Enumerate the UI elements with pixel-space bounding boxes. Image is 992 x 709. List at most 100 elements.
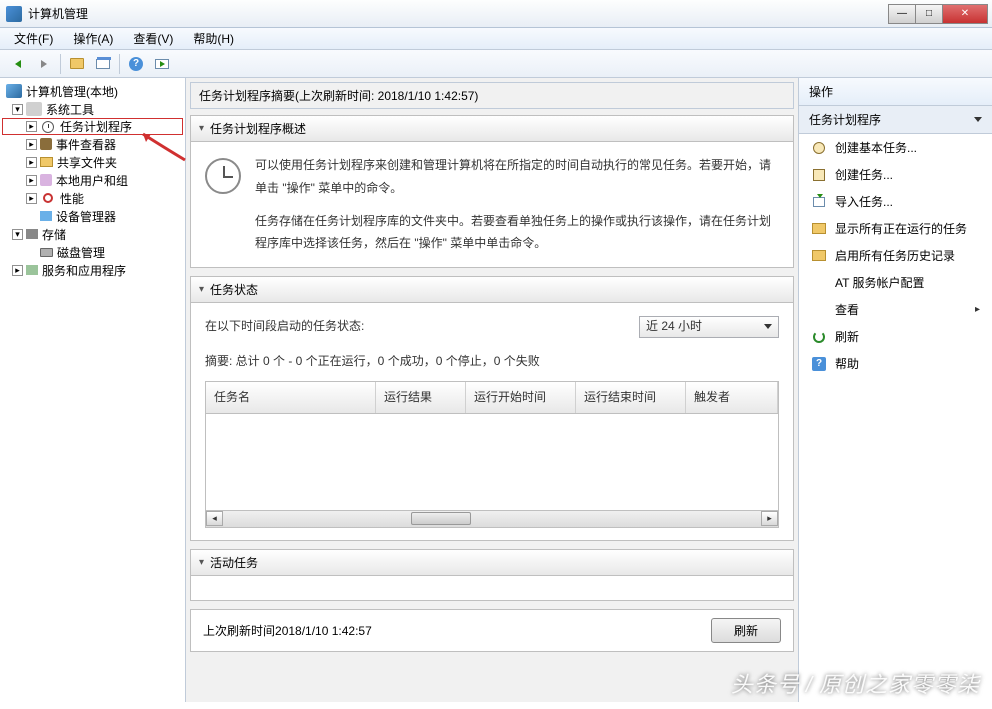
tree-system-tools-label: 系统工具 [46,101,94,118]
tree-users-label: 本地用户和组 [56,172,128,189]
horizontal-scrollbar[interactable]: ◂ ▸ [206,510,778,527]
computer-icon [6,84,22,98]
tree-event-viewer-label: 事件查看器 [56,136,116,153]
show-hide-button[interactable] [65,53,89,75]
tree-scheduler-label: 任务计划程序 [60,118,132,135]
toolbar-separator [60,54,61,74]
task-table: 任务名 运行结果 运行开始时间 运行结束时间 触发者 ◂ ▸ [205,381,779,528]
tree-root[interactable]: 计算机管理(本地) [2,82,183,100]
action-create-basic[interactable]: 创建基本任务... [799,134,992,161]
event-icon [40,138,52,150]
tree-disk-mgmt[interactable]: 磁盘管理 [2,243,183,261]
users-icon [40,174,52,186]
action-create-task[interactable]: 创建任务... [799,161,992,188]
services-icon [26,265,38,275]
menu-view[interactable]: 查看(V) [127,28,179,49]
status-title[interactable]: ▾ 任务状态 [191,277,793,303]
collapse-icon[interactable]: ▾ [12,229,23,240]
chevron-up-icon [974,117,982,122]
collapse-icon[interactable]: ▾ [12,104,23,115]
help-button[interactable]: ? [124,53,148,75]
menu-file[interactable]: 文件(F) [8,28,59,49]
tree-system-tools[interactable]: ▾ 系统工具 [2,100,183,118]
main-area: 计算机管理(本地) ▾ 系统工具 ▸ 任务计划程序 ▸ 事件查看器 ▸ 共享文件… [0,78,992,702]
expand-icon[interactable]: ▸ [26,193,37,204]
disk-icon [40,248,53,257]
tree-performance-label: 性能 [60,190,84,207]
minimize-button[interactable]: — [888,4,916,24]
tree-local-users[interactable]: ▸ 本地用户和组 [2,171,183,189]
status-section: ▾ 任务状态 在以下时间段启动的任务状态: 近 24 小时 摘要: 总计 0 个… [190,276,794,540]
period-value: 近 24 小时 [646,315,702,338]
clock-icon [42,121,54,133]
forward-button[interactable] [32,53,56,75]
col-end[interactable]: 运行结束时间 [576,382,686,413]
tree-shared-label: 共享文件夹 [57,154,117,171]
action-at-account[interactable]: AT 服务帐户配置 [799,269,992,296]
action-show-running[interactable]: 显示所有正在运行的任务 [799,215,992,242]
maximize-button[interactable]: □ [915,4,943,24]
scroll-thumb[interactable] [411,512,471,525]
chevron-down-icon: ▾ [199,557,204,568]
app-icon [6,6,22,22]
import-icon [813,197,825,207]
window-controls: — □ ✕ [889,4,988,24]
action-view[interactable]: 查看 ▸ [799,296,992,323]
tree-performance[interactable]: ▸ 性能 [2,189,183,207]
active-tasks-section: ▾ 活动任务 [190,549,794,601]
close-button[interactable]: ✕ [942,4,988,24]
tree-shared-folders[interactable]: ▸ 共享文件夹 [2,153,183,171]
status-summary-line: 摘要: 总计 0 个 - 0 个正在运行，0 个成功，0 个停止，0 个失败 [205,350,779,373]
last-refresh-text: 上次刷新时间2018/1/10 1:42:57 [203,622,372,639]
col-start[interactable]: 运行开始时间 [466,382,576,413]
actions-scope[interactable]: 任务计划程序 [799,106,992,134]
scroll-track[interactable] [223,511,761,526]
help-icon: ? [812,357,826,371]
share-icon [40,157,53,167]
menubar: 文件(F) 操作(A) 查看(V) 帮助(H) [0,28,992,50]
menu-action[interactable]: 操作(A) [67,28,119,49]
menu-help[interactable]: 帮助(H) [187,28,240,49]
tree-storage[interactable]: ▾ 存储 [2,225,183,243]
scroll-left-button[interactable]: ◂ [206,511,223,526]
clock-icon [813,142,825,154]
action-import[interactable]: 导入任务... [799,188,992,215]
expand-icon[interactable]: ▸ [26,139,37,150]
expand-icon[interactable]: ▸ [26,121,37,132]
expand-icon[interactable]: ▸ [26,157,37,168]
tree-services[interactable]: ▸ 服务和应用程序 [2,261,183,279]
clock-large-icon [205,158,241,194]
scroll-right-button[interactable]: ▸ [761,511,778,526]
center-panel: 任务计划程序摘要(上次刷新时间: 2018/1/10 1:42:57) ▾ 任务… [186,78,798,702]
col-trigger[interactable]: 触发者 [686,382,778,413]
properties-button[interactable] [91,53,115,75]
tree-services-label: 服务和应用程序 [42,262,126,279]
active-tasks-title[interactable]: ▾ 活动任务 [191,550,793,576]
overview-title[interactable]: ▾ 任务计划程序概述 [191,116,793,142]
period-dropdown[interactable]: 近 24 小时 [639,316,779,338]
chevron-down-icon: ▾ [199,123,204,134]
action-enable-history[interactable]: 启用所有任务历史记录 [799,242,992,269]
task-table-body [206,414,778,510]
chevron-down-icon: ▾ [199,284,204,295]
tree-device-manager[interactable]: 设备管理器 [2,207,183,225]
status-period-label: 在以下时间段启动的任务状态: [205,315,364,338]
refresh-icon [813,331,825,343]
chevron-right-icon: ▸ [975,304,980,315]
back-button[interactable] [6,53,30,75]
tree-event-viewer[interactable]: ▸ 事件查看器 [2,135,183,153]
col-name[interactable]: 任务名 [206,382,376,413]
device-icon [40,211,52,221]
footer-row: 上次刷新时间2018/1/10 1:42:57 刷新 [190,609,794,652]
help-icon: ? [129,57,143,71]
action-refresh[interactable]: 刷新 [799,323,992,350]
action-help[interactable]: ? 帮助 [799,350,992,377]
expand-icon[interactable]: ▸ [12,265,23,276]
titlebar: 计算机管理 — □ ✕ [0,0,992,28]
storage-icon [26,229,38,239]
run-button[interactable] [150,53,174,75]
expand-icon[interactable]: ▸ [26,175,37,186]
tree-scheduler[interactable]: ▸ 任务计划程序 [2,118,183,135]
col-result[interactable]: 运行结果 [376,382,466,413]
refresh-button[interactable]: 刷新 [711,618,781,643]
